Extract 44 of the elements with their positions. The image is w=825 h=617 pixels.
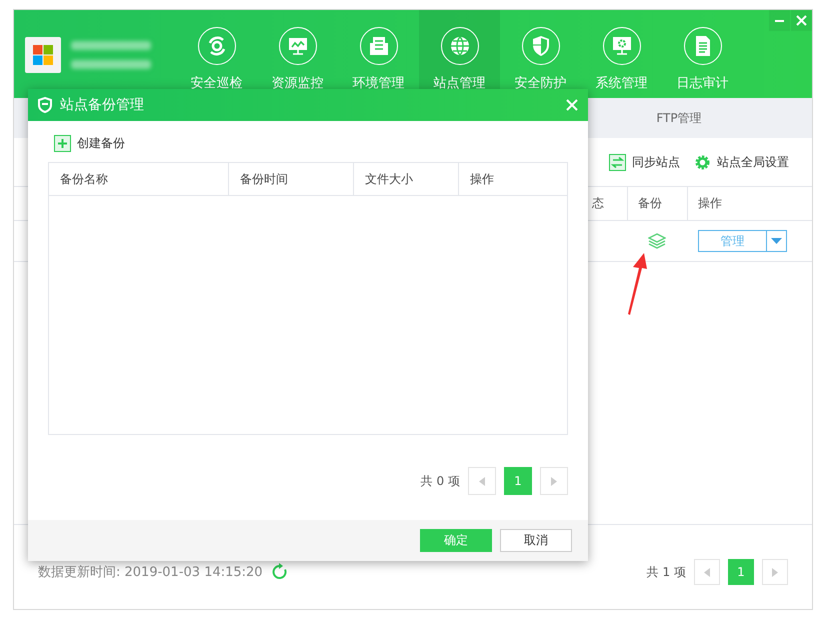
gear-icon [694,154,711,170]
confirm-button[interactable]: 确定 [420,529,492,552]
caret-right-icon [772,568,778,576]
next-page-button[interactable] [540,467,568,495]
caret-down-icon [771,238,782,244]
nav-tab[interactable]: 安全巡检 [176,10,257,98]
layers-icon[interactable] [648,233,666,249]
prev-page-button[interactable] [468,467,496,495]
shield-icon [38,97,52,113]
page-button[interactable]: 1 [504,467,532,495]
column-header: 文件大小 [353,163,458,195]
column-header: 备份时间 [228,163,353,195]
nav-tab[interactable]: 环境管理 [338,10,419,98]
manage-split-button[interactable]: 管理 [698,230,787,252]
caret-left-icon [704,568,710,576]
tab[interactable]: FTP管理 [589,98,769,138]
caret-right-icon [551,476,557,486]
next-page-button[interactable] [762,559,788,585]
column-header: 备份名称 [59,170,109,188]
column-header: 操作 [458,163,567,195]
sync-icon [609,154,626,170]
app-logo [25,37,61,73]
caret-left-icon [479,476,485,486]
nav-tab[interactable]: 系统管理 [581,10,662,98]
update-time-text: 数据更新时间: 2019-01-03 14:15:20 [38,564,263,581]
close-icon[interactable] [566,99,578,111]
plus-icon [54,135,71,152]
column-header: 操作 [687,187,812,220]
close-icon[interactable] [791,10,812,31]
dialog-title: 站点备份管理 [60,96,145,114]
nav-tab[interactable]: 安全防护 [500,10,581,98]
total-count: 共 0 项 [420,472,460,490]
create-backup-button[interactable]: 创建备份 [54,135,125,152]
cancel-button[interactable]: 取消 [500,529,572,552]
total-count: 共 1 项 [646,564,686,580]
nav-tab[interactable]: 日志审计 [662,10,743,98]
minimize-icon[interactable] [769,10,790,31]
global-settings-button[interactable]: 站点全局设置 [694,154,789,170]
nav-tab[interactable]: 资源监控 [257,10,338,98]
refresh-icon[interactable] [270,563,289,581]
sync-sites-button[interactable]: 同步站点 [609,154,680,170]
page-button[interactable]: 1 [728,559,754,585]
prev-page-button[interactable] [694,559,720,585]
column-header: 备份 [627,187,687,220]
